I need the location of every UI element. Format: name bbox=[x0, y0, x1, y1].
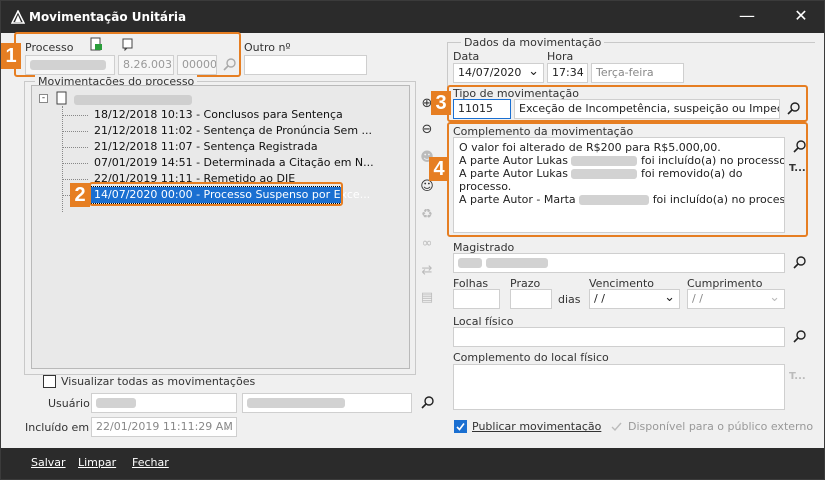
callout-2-frame bbox=[89, 182, 343, 206]
tree-connector bbox=[62, 179, 88, 180]
user-action-icon[interactable]: ☺ bbox=[419, 179, 435, 195]
outro-numero-label: Outro nº bbox=[244, 41, 291, 54]
callout-4-badge: 4 bbox=[429, 157, 449, 181]
prazo-field[interactable] bbox=[510, 289, 552, 309]
vencimento-value: / / bbox=[594, 292, 605, 305]
search-local-icon[interactable] bbox=[792, 329, 808, 345]
data-field[interactable]: 14/07/2020 ⌄ bbox=[453, 63, 544, 83]
search-magistrado-icon[interactable] bbox=[792, 255, 808, 271]
calendar-chevron-icon[interactable]: ⌄ bbox=[528, 64, 539, 81]
complemento-local-textarea[interactable] bbox=[453, 364, 785, 410]
data-value: 14/07/2020 bbox=[458, 66, 522, 79]
list-item[interactable]: 21/12/2018 11:07 - Sentença Registrada bbox=[94, 139, 318, 155]
list-item[interactable]: 07/01/2019 14:51 - Determinada a Citação… bbox=[94, 155, 374, 171]
tree-connector bbox=[62, 131, 88, 132]
search-usuario-icon[interactable] bbox=[420, 395, 436, 411]
cumprimento-value: / / bbox=[692, 292, 703, 305]
callout-1-badge: 1 bbox=[1, 43, 21, 69]
title-bar: Movimentação Unitária — ✕ bbox=[1, 1, 824, 33]
checkmark-disabled-icon bbox=[611, 422, 622, 432]
vencimento-field[interactable]: / / ⌄ bbox=[589, 289, 680, 309]
complemento-local-label: Complemento do local físico bbox=[453, 351, 609, 364]
incluido-label: Incluído em : bbox=[25, 421, 97, 434]
callout-3-frame bbox=[447, 85, 808, 122]
tree-connector bbox=[62, 115, 88, 116]
magistrado-field[interactable] bbox=[453, 253, 785, 273]
chevron-down-icon: ⌄ bbox=[222, 420, 232, 433]
movimentacoes-tree[interactable]: - 18/12/2018 10:13 - Conclusos para Sent… bbox=[31, 85, 410, 369]
text-format-disabled-button: T... bbox=[789, 371, 806, 382]
tree-connector bbox=[62, 147, 88, 148]
close-button[interactable]: ✕ bbox=[786, 7, 816, 27]
fechar-button[interactable]: Fechar bbox=[132, 456, 169, 469]
publicar-checkbox[interactable] bbox=[454, 420, 467, 433]
list-item[interactable]: 21/12/2018 11:02 - Sentença de Pronúncia… bbox=[94, 123, 372, 139]
tree-root-document-icon bbox=[56, 91, 67, 105]
publicar-label: Publicar movimentação bbox=[472, 420, 602, 433]
incluido-datetime-field: 22/01/2019 11:11:29 AM ⌄ bbox=[91, 417, 237, 437]
document-copy-icon: ▤ bbox=[420, 290, 434, 305]
dias-label: dias bbox=[558, 293, 581, 306]
hora-field[interactable]: 17:34 bbox=[547, 63, 588, 83]
dados-group-label: Dados da movimentação bbox=[461, 36, 605, 49]
callout-4-frame bbox=[447, 122, 808, 237]
checkmark-icon bbox=[456, 423, 465, 431]
chevron-down-icon: ⌄ bbox=[769, 290, 780, 305]
visualizar-todas-checkbox[interactable] bbox=[43, 375, 56, 388]
folhas-field[interactable] bbox=[453, 289, 500, 309]
salvar-button[interactable]: Salvar bbox=[31, 456, 66, 469]
usuario-name-field[interactable] bbox=[242, 393, 412, 413]
incluido-value: 22/01/2019 11:11:29 AM bbox=[96, 420, 233, 433]
tree-root-label bbox=[74, 93, 192, 106]
app-logo-icon bbox=[11, 10, 25, 24]
callout-2-badge: 2 bbox=[70, 183, 90, 207]
data-label: Data bbox=[453, 50, 480, 63]
outro-numero-field[interactable] bbox=[244, 55, 367, 75]
limpar-button[interactable]: Limpar bbox=[78, 456, 116, 469]
tree-connector bbox=[62, 106, 63, 212]
remove-movimentacao-icon[interactable]: ⊖ bbox=[419, 122, 435, 138]
hora-label: Hora bbox=[547, 50, 574, 63]
callout-3-badge: 3 bbox=[431, 91, 451, 115]
link-icon: ∞ bbox=[421, 236, 433, 251]
local-fisico-field[interactable] bbox=[453, 327, 785, 347]
shuffle-icon: ⇄ bbox=[421, 263, 433, 278]
visualizar-todas-label: Visualizar todas as movimentações bbox=[61, 375, 256, 388]
bottom-toolbar: Salvar Limpar Fechar bbox=[1, 448, 824, 479]
stamp-icon: ♻ bbox=[421, 207, 433, 222]
usuario-label: Usuário bbox=[48, 397, 90, 410]
movimentacao-window: Movimentação Unitária — ✕ Processo 8.26.… bbox=[0, 0, 825, 480]
chevron-down-icon[interactable]: ⌄ bbox=[664, 290, 675, 307]
usuario-code-field[interactable] bbox=[91, 393, 237, 413]
window-title: Movimentação Unitária bbox=[29, 10, 187, 24]
minimize-button[interactable]: — bbox=[732, 7, 762, 27]
tree-collapse-toggle[interactable]: - bbox=[39, 94, 48, 103]
cumprimento-field: / / ⌄ bbox=[687, 289, 785, 309]
dia-semana-field: Terça-feira bbox=[591, 63, 684, 83]
callout-1-frame bbox=[14, 32, 241, 77]
disponivel-label: Disponível para o público externo bbox=[628, 420, 814, 433]
list-item[interactable]: 18/12/2018 10:13 - Conclusos para Senten… bbox=[94, 107, 343, 123]
tree-connector bbox=[62, 163, 88, 164]
